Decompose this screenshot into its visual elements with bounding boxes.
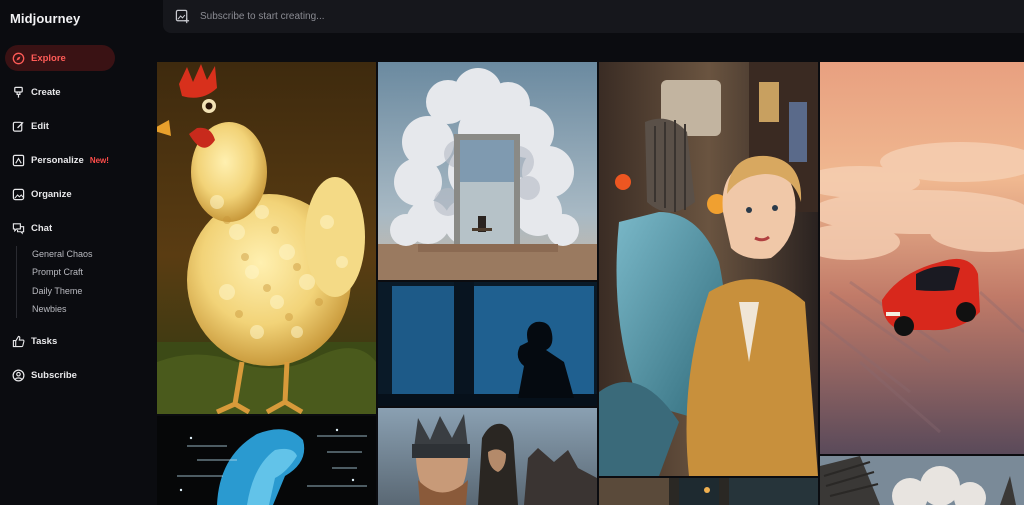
explore-gallery xyxy=(157,62,1024,505)
app-logo[interactable]: Midjourney xyxy=(10,11,80,26)
user-circle-icon xyxy=(12,369,25,382)
nav-label: Organize xyxy=(31,188,72,200)
gallery-image-viking-warriors[interactable] xyxy=(378,408,597,505)
chat-room-newbies[interactable]: Newbies xyxy=(32,304,67,314)
nav-label: Explore xyxy=(31,52,66,64)
nav-label: Edit xyxy=(31,120,49,132)
nav-item-subscribe[interactable]: Subscribe xyxy=(5,362,115,388)
thumbs-up-icon xyxy=(12,335,25,348)
personalize-icon xyxy=(12,154,25,167)
gallery-image-smoky-landscape[interactable] xyxy=(820,456,1024,505)
gallery-image-blue-xray-figure[interactable] xyxy=(157,416,376,505)
image-prompt-icon[interactable] xyxy=(174,9,190,25)
image-icon xyxy=(12,188,25,201)
nav-item-personalize[interactable]: Personalize New! xyxy=(5,147,115,173)
gallery-image-robot-woman-selfie[interactable] xyxy=(599,62,818,476)
gallery-image-silhouette-man-window[interactable] xyxy=(378,282,597,406)
chat-room-general-chaos[interactable]: General Chaos xyxy=(32,249,93,259)
edit-icon xyxy=(12,120,25,133)
nav-item-tasks[interactable]: Tasks xyxy=(5,328,115,354)
prompt-input[interactable] xyxy=(200,4,1024,29)
chat-room-list: General Chaos Prompt Craft Daily Theme N… xyxy=(16,246,116,318)
new-badge: New! xyxy=(89,155,109,165)
nav-label: Personalize xyxy=(31,154,84,166)
nav-item-chat[interactable]: Chat xyxy=(5,215,115,241)
nav-item-organize[interactable]: Organize xyxy=(5,181,115,207)
search-bar xyxy=(163,0,1024,33)
gallery-image-street-scene[interactable] xyxy=(599,478,818,505)
gallery-image-red-car-over-clouds[interactable] xyxy=(820,62,1024,454)
compass-icon xyxy=(12,52,25,65)
nav-label: Subscribe xyxy=(31,369,77,381)
nav-label: Create xyxy=(31,86,61,98)
nav-label: Chat xyxy=(31,222,53,234)
chat-room-prompt-craft[interactable]: Prompt Craft xyxy=(32,267,83,277)
sidebar: Midjourney Explore Create Edit Personali… xyxy=(0,0,128,505)
gallery-image-cloud-tree-door[interactable] xyxy=(378,62,597,280)
brush-icon xyxy=(12,86,25,99)
nav-item-edit[interactable]: Edit xyxy=(5,113,115,139)
chat-icon xyxy=(12,222,25,235)
gallery-image-popcorn-chicken[interactable] xyxy=(157,62,376,414)
nav-label: Tasks xyxy=(31,335,58,347)
nav-item-create[interactable]: Create xyxy=(5,79,115,105)
nav-item-explore[interactable]: Explore xyxy=(5,45,115,71)
chat-room-daily-theme[interactable]: Daily Theme xyxy=(32,286,82,296)
